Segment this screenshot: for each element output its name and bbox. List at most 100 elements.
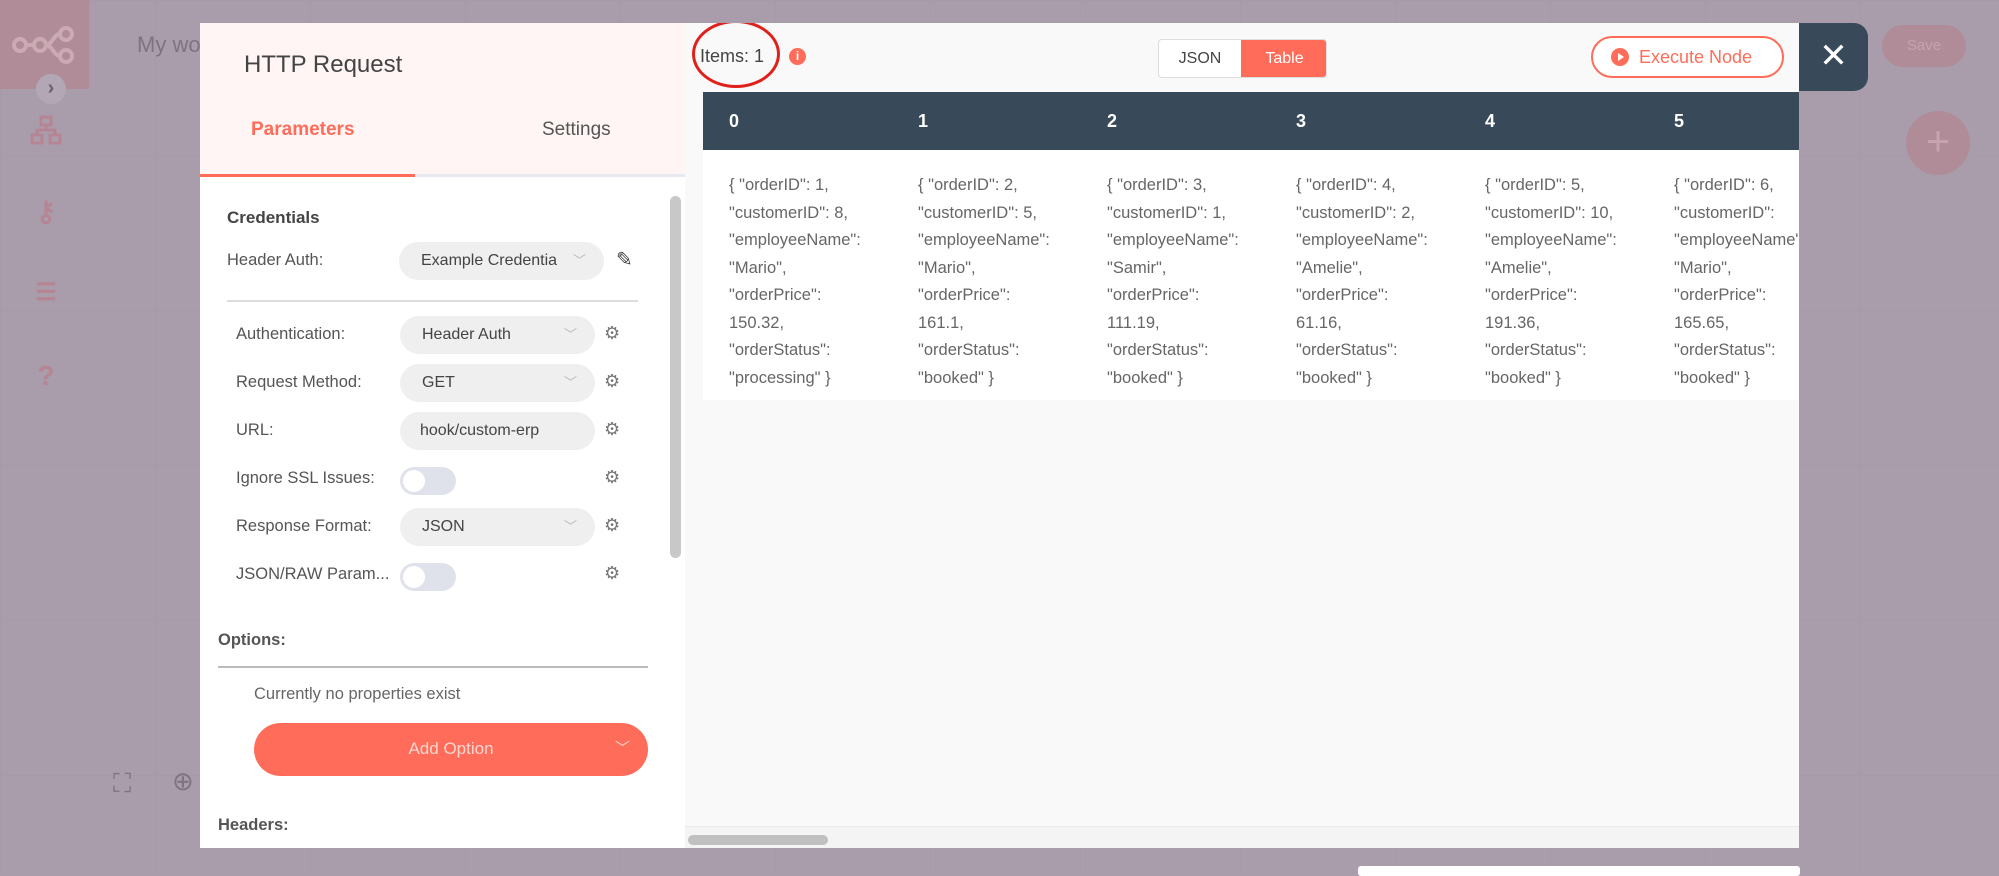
cell-line: "processing" } <box>729 368 831 387</box>
json-raw-toggle[interactable] <box>400 563 456 591</box>
table-row: { "orderID": 1, "customerID": 8, "employee… <box>703 150 1799 400</box>
active-tab-indicator <box>200 174 415 177</box>
request-method-value: GET <box>422 374 455 391</box>
gear-icon[interactable]: ⚙ <box>604 323 620 344</box>
cell-line: "employeeName": <box>918 231 1050 249</box>
gear-icon[interactable]: ⚙ <box>604 371 620 392</box>
tab-divider <box>415 174 685 177</box>
network-icon[interactable] <box>28 115 64 151</box>
url-input[interactable]: hook/custom-erp <box>400 412 595 450</box>
checklist-icon[interactable]: ☰ <box>28 278 64 314</box>
response-format-label: Response Format: <box>236 517 372 535</box>
key-icon[interactable]: ⚷ <box>28 195 64 231</box>
response-format-value: JSON <box>422 518 465 535</box>
column-header: 2 <box>1107 111 1118 131</box>
tab-settings[interactable]: Settings <box>542 119 611 141</box>
zoom-in-icon[interactable]: ⊕ <box>172 766 194 797</box>
play-icon <box>1611 48 1629 66</box>
cell-line: { "orderID": 2, <box>918 176 1018 194</box>
pencil-icon[interactable]: ✎ <box>616 247 633 272</box>
cell-line: "orderStatus": <box>1674 341 1776 359</box>
cell-line: "customerID": 5, <box>918 203 1037 222</box>
cell-line: "orderStatus": <box>1296 341 1398 359</box>
cell-line: "orderStatus": <box>1107 341 1209 359</box>
cell-line: "booked" } <box>1296 368 1372 387</box>
cell-line: "customerID": 1, <box>1107 203 1226 222</box>
output-panel: Items: 1 i JSON Table Execute Node 01234… <box>685 23 1799 848</box>
cell-line: 61.16, <box>1296 313 1342 332</box>
add-node-button[interactable]: + <box>1906 111 1970 175</box>
table-header: 0 1 2 3 4 5 <box>703 92 1799 150</box>
request-method-select[interactable]: GET ﹀ <box>400 364 595 402</box>
cell-line: "orderStatus": <box>1485 341 1587 359</box>
close-button[interactable]: ✕ <box>1799 23 1868 91</box>
cell-line: "booked" } <box>1674 368 1750 387</box>
view-toggle: JSON Table <box>1158 39 1327 78</box>
cell-line: 150.32, <box>729 313 785 332</box>
horizontal-scrollbar[interactable] <box>688 835 828 845</box>
table-cell: { "orderID": 5, "customerID": 10, "employe… <box>1485 172 1617 392</box>
cell-line: { "orderID": 4, <box>1296 176 1396 194</box>
header-auth-select[interactable]: Example Credentia ﹀ <box>399 242 604 280</box>
fullscreen-icon[interactable]: ⛶ <box>113 768 131 800</box>
cell-line: "orderPrice": <box>1485 286 1578 304</box>
add-option-button[interactable]: Add Option ﹀ <box>254 723 648 776</box>
cell-line: "employeeName": <box>1674 231 1799 249</box>
cell-line: 161.1, <box>918 313 964 332</box>
cell-line: "Amelie", <box>1485 258 1552 277</box>
node-parameters-panel: HTTP Request Parameters Settings Credent… <box>200 23 685 848</box>
json-raw-label: JSON/RAW Param... <box>236 565 390 583</box>
column-header: 1 <box>918 111 929 131</box>
column-header: 0 <box>729 111 740 131</box>
response-format-select[interactable]: JSON ﹀ <box>400 508 595 546</box>
chevron-right-icon[interactable]: › <box>36 74 66 104</box>
cell-line: "customerID": <box>1674 203 1775 222</box>
ignore-ssl-toggle[interactable] <box>400 467 456 495</box>
authentication-select[interactable]: Header Auth ﹀ <box>400 316 595 354</box>
save-button[interactable]: Save <box>1882 25 1966 67</box>
headers-heading: Headers: <box>218 816 289 834</box>
gear-icon[interactable]: ⚙ <box>604 515 620 536</box>
header-auth-label: Header Auth: <box>227 251 324 269</box>
cell-line: { "orderID": 5, <box>1485 176 1585 194</box>
cell-line: "customerID": 10, <box>1485 203 1614 222</box>
gear-icon[interactable]: ⚙ <box>604 419 620 440</box>
highlight-circle <box>692 23 780 88</box>
cell-line: "orderStatus": <box>918 341 1020 359</box>
divider <box>218 666 648 668</box>
cell-line: "orderPrice": <box>1107 286 1200 304</box>
help-icon[interactable]: ? <box>28 360 64 396</box>
gear-icon[interactable]: ⚙ <box>604 563 620 584</box>
gear-icon[interactable]: ⚙ <box>604 467 620 488</box>
column-header: 5 <box>1674 111 1685 131</box>
cell-line: "Mario", <box>1674 258 1732 277</box>
cell-line: "customerID": 8, <box>729 203 848 222</box>
view-table-button[interactable]: Table <box>1241 40 1326 77</box>
options-empty-text: Currently no properties exist <box>254 685 461 703</box>
table-cell: { "orderID": 2, "customerID": 5, "employee… <box>918 172 1050 392</box>
cell-line: "customerID": 2, <box>1296 203 1415 222</box>
cell-line: 165.65, <box>1674 313 1730 332</box>
view-json-button[interactable]: JSON <box>1159 40 1241 77</box>
horizontal-scroll-track <box>685 826 1799 848</box>
node-title: HTTP Request <box>244 51 403 78</box>
cell-line: 111.19, <box>1107 313 1160 332</box>
cell-line: { "orderID": 3, <box>1107 176 1207 194</box>
info-icon[interactable]: i <box>789 48 806 65</box>
cell-line: "Mario", <box>918 258 976 277</box>
workflow-title[interactable]: My wo <box>137 32 201 58</box>
ignore-ssl-label: Ignore SSL Issues: <box>236 469 375 487</box>
authentication-value: Header Auth <box>422 326 511 343</box>
header-auth-value: Example Credentia <box>421 252 558 269</box>
chevron-down-icon: ﹀ <box>563 327 577 342</box>
bottom-panel <box>1358 866 1800 876</box>
chevron-down-icon: ﹀ <box>563 519 577 534</box>
execute-node-button[interactable]: Execute Node <box>1591 36 1784 78</box>
cell-line: "booked" } <box>918 368 994 387</box>
scrollbar[interactable] <box>670 196 681 558</box>
cell-line: 191.36, <box>1485 313 1541 332</box>
panel-header: HTTP Request Parameters Settings <box>200 23 685 177</box>
cell-line: "orderPrice": <box>1674 286 1767 304</box>
tab-parameters[interactable]: Parameters <box>251 119 355 141</box>
request-method-label: Request Method: <box>236 373 362 391</box>
